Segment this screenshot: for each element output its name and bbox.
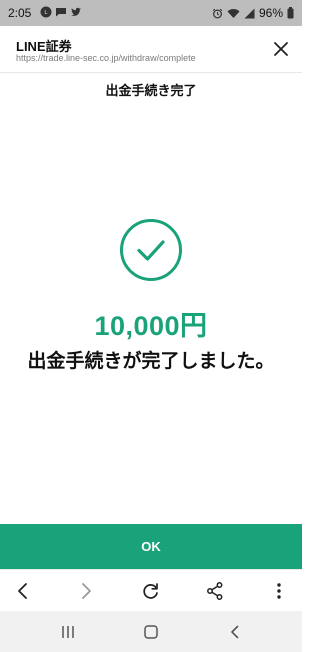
more-vertical-icon <box>277 583 281 599</box>
battery-icon <box>287 7 294 19</box>
ok-button-label: OK <box>141 539 161 554</box>
nav-back-icon <box>231 625 239 639</box>
battery-percent: 96% <box>258 6 283 20</box>
recent-apps-button[interactable] <box>59 623 77 641</box>
forward-button[interactable] <box>75 580 97 602</box>
wifi-icon <box>227 8 240 19</box>
system-nav-bar <box>0 611 302 652</box>
browser-header: LINE証券 https://trade.line-sec.co.jp/with… <box>0 26 302 73</box>
ok-button[interactable]: OK <box>0 524 302 569</box>
site-url: https://trade.line-sec.co.jp/withdraw/co… <box>16 53 196 63</box>
forward-icon <box>82 583 91 599</box>
share-icon <box>207 582 223 600</box>
line-app-icon: L <box>40 6 52 18</box>
recent-apps-icon <box>62 626 74 638</box>
withdraw-amount: 10,000円 <box>94 311 208 341</box>
complete-message: 出金手続きが完了しました。 <box>27 350 275 372</box>
reload-icon <box>143 583 158 599</box>
home-button[interactable] <box>142 623 160 641</box>
close-icon <box>274 42 288 56</box>
page-title: 出金手続き完了 <box>105 84 197 99</box>
nav-back-button[interactable] <box>226 623 244 641</box>
close-button[interactable] <box>272 40 290 58</box>
status-bar: 2:05 L 96% <box>0 0 302 26</box>
signal-icon <box>244 8 255 19</box>
home-icon <box>144 625 158 639</box>
more-button[interactable] <box>268 580 290 602</box>
twitter-icon <box>70 6 82 18</box>
back-button[interactable] <box>12 580 34 602</box>
back-icon <box>18 583 27 599</box>
browser-toolbar <box>0 569 302 612</box>
reload-button[interactable] <box>140 580 162 602</box>
share-button[interactable] <box>204 580 226 602</box>
message-icon <box>55 6 67 18</box>
status-time: 2:05 <box>8 6 32 20</box>
alarm-icon <box>212 8 223 19</box>
check-circle-icon <box>119 218 183 282</box>
svg-text:L: L <box>44 10 47 16</box>
